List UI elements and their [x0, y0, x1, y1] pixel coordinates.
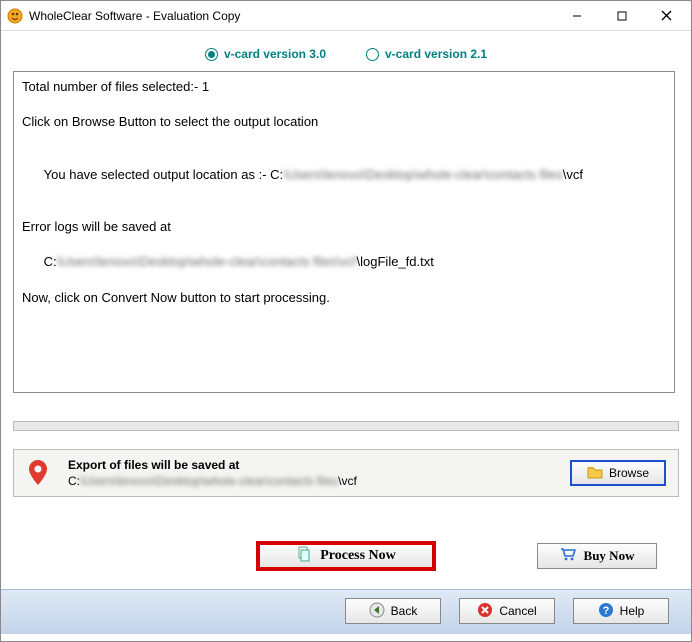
help-icon: ?: [598, 602, 614, 621]
cart-icon: [560, 547, 576, 565]
document-icon: [296, 546, 312, 567]
cancel-icon: [477, 602, 493, 621]
process-now-button[interactable]: Process Now: [256, 541, 436, 571]
back-label: Back: [391, 604, 418, 618]
back-arrow-icon: [369, 602, 385, 621]
location-pin-icon: [26, 460, 50, 486]
log-line: Total number of files selected:- 1: [22, 78, 666, 96]
titlebar: WholeClear Software - Evaluation Copy: [1, 1, 691, 31]
minimize-button[interactable]: [554, 2, 599, 30]
log-output: Total number of files selected:- 1 Click…: [13, 71, 675, 393]
help-button[interactable]: ? Help: [573, 598, 669, 624]
browse-label: Browse: [609, 466, 649, 480]
log-line: Now, click on Convert Now button to star…: [22, 289, 666, 307]
browse-button[interactable]: Browse: [570, 460, 666, 486]
cancel-button[interactable]: Cancel: [459, 598, 555, 624]
cancel-label: Cancel: [499, 604, 536, 618]
radio-label: v-card version 2.1: [385, 47, 487, 61]
version-selector: v-card version 3.0 v-card version 2.1: [13, 39, 679, 71]
svg-text:?: ?: [602, 605, 609, 617]
log-line: C:\Users\lenovo\Desktop\whole-clear\cont…: [22, 236, 666, 289]
radio-label: v-card version 3.0: [224, 47, 326, 61]
buy-label: Buy Now: [584, 548, 635, 564]
maximize-button[interactable]: [599, 2, 644, 30]
log-line: Click on Browse Button to select the out…: [22, 113, 666, 131]
radio-vcard-2-1[interactable]: v-card version 2.1: [366, 47, 487, 61]
radio-icon: [366, 48, 379, 61]
log-line: Error logs will be saved at: [22, 218, 666, 236]
progress-bar: [13, 421, 679, 431]
process-label: Process Now: [320, 548, 396, 564]
close-button[interactable]: [644, 2, 689, 30]
footer-bar: Back Cancel ? Help: [1, 589, 691, 634]
folder-icon: [587, 465, 603, 482]
export-path: C:\Users\lenovo\Desktop\whole-clear\cont…: [68, 474, 552, 488]
export-heading: Export of files will be saved at: [68, 458, 552, 472]
radio-icon: [205, 48, 218, 61]
window-title: WholeClear Software - Evaluation Copy: [29, 9, 554, 23]
export-panel: Export of files will be saved at C:\User…: [13, 449, 679, 497]
log-line: You have selected output location as :- …: [22, 148, 666, 201]
help-label: Help: [620, 604, 645, 618]
radio-vcard-3-0[interactable]: v-card version 3.0: [205, 47, 326, 61]
buy-now-button[interactable]: Buy Now: [537, 543, 657, 569]
back-button[interactable]: Back: [345, 598, 441, 624]
app-icon: [7, 8, 23, 24]
